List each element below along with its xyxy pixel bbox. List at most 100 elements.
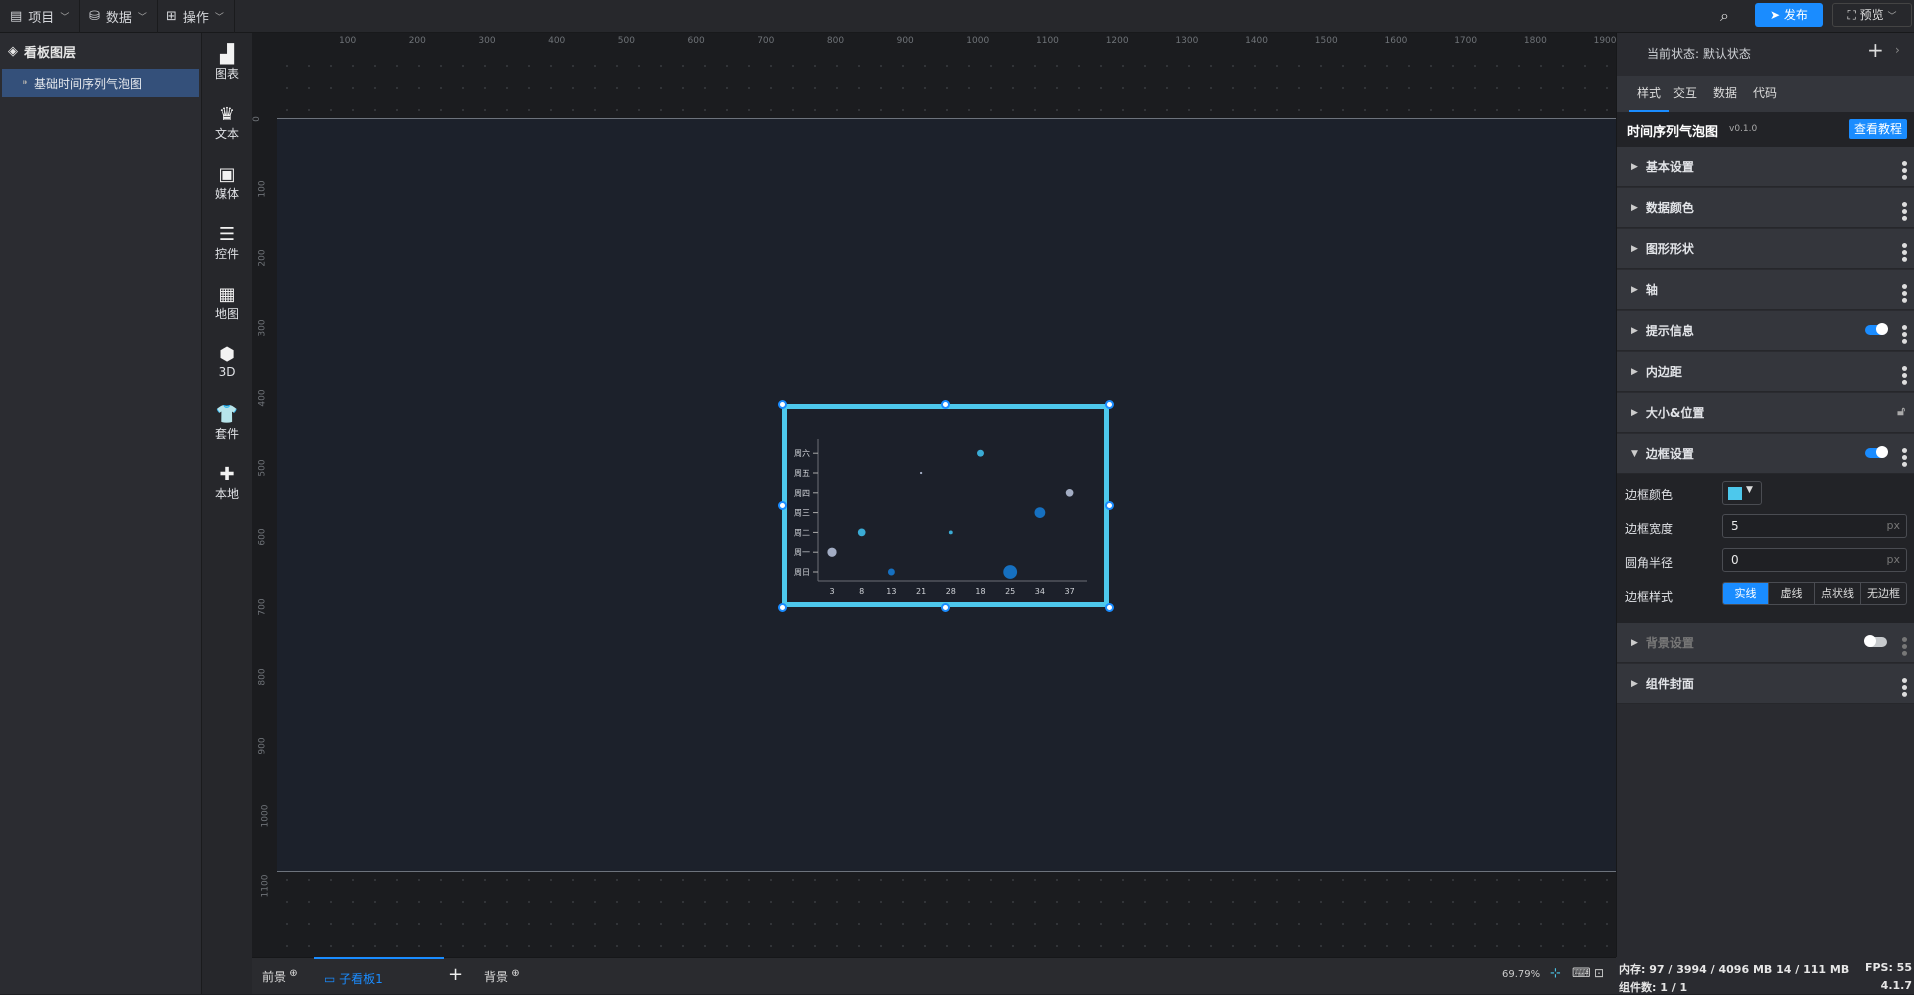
tool-media[interactable]: ▣ 媒体 (202, 165, 252, 202)
resize-handle[interactable] (778, 603, 787, 612)
tab-foreground[interactable]: 前景 ⊕ (262, 968, 298, 985)
properties-panel: 当前状态: 默认状态 + › 样式 交互 数据 代码 时间序列气泡图 v0.1.… (1616, 33, 1914, 957)
ruler-label: 1100 (1036, 36, 1059, 46)
memory-status: 内存: 97 / 3994 / 4096 MB 14 / 111 MB (1619, 963, 1850, 976)
current-state: 当前状态: 默认状态 (1647, 47, 1751, 61)
section-tooltip[interactable]: ▶ 提示信息 ••• (1617, 311, 1914, 351)
border-color-picker[interactable]: ▼ (1722, 481, 1762, 505)
tutorial-button[interactable]: 查看教程 (1849, 119, 1907, 139)
more-icon[interactable]: ••• (1895, 282, 1911, 303)
section-data-color[interactable]: ▶ 数据颜色 ••• (1617, 188, 1914, 228)
menu-operations[interactable]: ⊞ 操作 ﹀ (156, 0, 235, 33)
tool-map[interactable]: ▦ 地图 (202, 285, 252, 322)
more-icon[interactable]: ••• (1895, 446, 1911, 467)
ruler-label: 1300 (1175, 36, 1199, 46)
caret-right-icon: ▶ (1631, 161, 1638, 172)
tool-chart[interactable]: ▟ 图表 (202, 45, 252, 82)
resize-handle[interactable] (1105, 603, 1114, 612)
terminal-icon[interactable]: ⊡ (1594, 966, 1604, 980)
component-count: 组件数: 1 / 1 (1619, 981, 1688, 994)
border-style-dashed[interactable]: 虚线 (1768, 583, 1814, 604)
tab-sub-board-1[interactable]: ▭ 子看板1 (314, 957, 444, 994)
more-icon[interactable]: ••• (1895, 159, 1911, 180)
ruler-label: 1100 (260, 874, 271, 898)
section-cover[interactable]: ▶ 组件封面 ••• (1617, 664, 1914, 704)
caret-right-icon: ▶ (1631, 325, 1638, 336)
tool-controls[interactable]: ☰ 控件 (202, 225, 252, 262)
section-background[interactable]: ▶ 背景设置 ••• (1617, 623, 1914, 663)
preview-button[interactable]: ⛶ 预览 ﹀ (1832, 3, 1912, 27)
resize-handle[interactable] (941, 603, 950, 612)
border-style-solid[interactable]: 实线 (1723, 583, 1768, 604)
component-version: v0.1.0 (1729, 124, 1758, 134)
add-circle-icon[interactable]: ⊕ (286, 968, 297, 979)
publish-button[interactable]: ➤ 发布 (1755, 3, 1823, 27)
tool-3d[interactable]: ⬢ 3D (202, 345, 252, 380)
resize-handle[interactable] (778, 400, 787, 409)
board-tabs-bar: 前景 ⊕ ▭ 子看板1 + 背景 ⊕ 69.79% ⊹ ⌨ ⊡ (252, 957, 1616, 994)
color-swatch (1728, 487, 1742, 500)
lock-icon[interactable]: 🔓︎ (1897, 404, 1905, 419)
ruler-label: 1600 (1384, 36, 1408, 46)
fit-screen-icon[interactable]: ⊹ (1550, 966, 1561, 981)
section-basic[interactable]: ▶ 基本设置 ••• (1617, 147, 1914, 187)
more-icon[interactable]: ••• (1895, 676, 1911, 697)
ruler-label: 100 (339, 36, 357, 46)
layer-item[interactable]: ⁍ 基础时间序列气泡图 (2, 69, 199, 97)
menu-data[interactable]: ⛁ 数据 ﹀ (79, 0, 158, 33)
resize-handle[interactable] (778, 501, 787, 510)
ruler-label: 200 (257, 249, 268, 267)
bubble-chart-component[interactable]: 周日 周一 周二 周三 周四 周五 周六 3 8 13 21 28 18 25 34 37 (782, 404, 1109, 607)
border-style-dotted[interactable]: 点状线 (1814, 583, 1860, 604)
resize-handle[interactable] (1105, 501, 1114, 510)
more-icon[interactable]: ••• (1895, 200, 1911, 221)
tool-kit[interactable]: 👕 套件 (202, 405, 252, 442)
tab-background[interactable]: 背景 ⊕ (484, 968, 520, 985)
file-icon: ▤ (10, 9, 23, 24)
y-tick-label: 周四 (794, 489, 810, 498)
bubble (948, 530, 953, 535)
resize-handle[interactable] (1105, 400, 1114, 409)
ruler-label: 700 (757, 36, 775, 46)
border-toggle[interactable] (1865, 446, 1888, 458)
more-icon[interactable]: ••• (1895, 241, 1911, 262)
ruler-label: 800 (826, 36, 845, 46)
section-axis[interactable]: ▶ 轴 ••• (1617, 270, 1914, 310)
add-circle-icon[interactable]: ⊕ (508, 968, 519, 979)
tab-data[interactable]: 数据 (1713, 76, 1737, 110)
y-tick-label: 周日 (794, 568, 810, 577)
border-width-input[interactable]: 5 px (1722, 514, 1907, 538)
add-state-icon[interactable]: + (1867, 38, 1884, 62)
search-icon[interactable]: ⌕ (1720, 6, 1729, 26)
more-icon[interactable]: ••• (1895, 323, 1911, 344)
tab-style[interactable]: 样式 (1629, 76, 1669, 112)
bubble-chart: 周日 周一 周二 周三 周四 周五 周六 3 8 13 21 28 18 25 34 37 (794, 439, 1087, 596)
tooltip-toggle[interactable] (1865, 323, 1888, 335)
chevron-right-icon[interactable]: › (1895, 43, 1900, 57)
tab-code[interactable]: 代码 (1753, 76, 1777, 110)
background-toggle[interactable] (1864, 635, 1887, 647)
bubble (919, 471, 923, 475)
tab-interaction[interactable]: 交互 (1673, 76, 1697, 110)
zoom-level[interactable]: 69.79% (1502, 969, 1540, 980)
border-settings: 边框颜色 ▼ 边框宽度 5 px 圆角半径 0 px 边框样式 实线 虚线 点状线 … (1617, 474, 1914, 623)
resize-handle[interactable] (941, 400, 950, 409)
send-icon: ➤ (1770, 8, 1784, 22)
menu-project[interactable]: ▤ 项目 ﹀ (0, 0, 81, 33)
tool-text[interactable]: ♛ 文本 (202, 105, 252, 142)
border-radius-input[interactable]: 0 px (1722, 548, 1907, 572)
section-padding[interactable]: ▶ 内边距 ••• (1617, 352, 1914, 392)
keyboard-icon[interactable]: ⌨ (1572, 966, 1591, 981)
more-icon[interactable]: ••• (1895, 364, 1911, 385)
app-version: 4.1.7 (1880, 979, 1912, 992)
border-style-none[interactable]: 无边框 (1860, 583, 1906, 604)
section-size-position[interactable]: ▶ 大小&位置 🔓︎ (1617, 393, 1914, 433)
add-board-button[interactable]: + (448, 964, 463, 985)
section-shape[interactable]: ▶ 图形形状 ••• (1617, 229, 1914, 269)
more-icon[interactable]: ••• (1895, 635, 1911, 656)
section-border[interactable]: ▼ 边框设置 ••• (1617, 434, 1914, 474)
ruler-label: 500 (617, 36, 635, 46)
tool-local[interactable]: ✚ 本地 (202, 465, 252, 502)
ruler-label: 900 (257, 737, 268, 755)
media-icon: ▣ (218, 164, 236, 185)
